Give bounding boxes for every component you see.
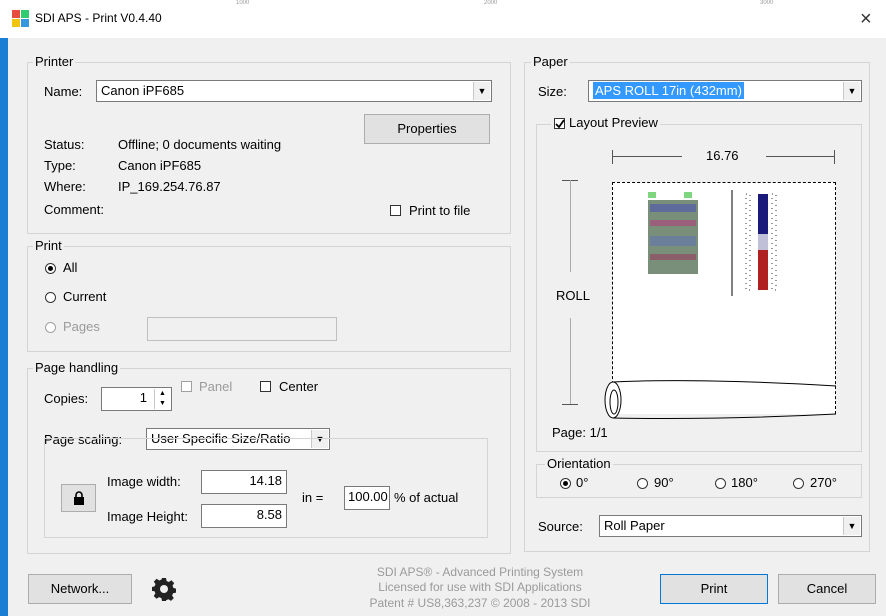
print-pages-radio[interactable]	[45, 322, 56, 333]
orientation-180-radio[interactable]	[715, 478, 726, 489]
paper-size-value: APS ROLL 17in (432mm)	[593, 82, 744, 99]
paper-size-label: Size:	[538, 84, 567, 99]
properties-button[interactable]: Properties	[364, 114, 490, 144]
orientation-90-label: 90°	[654, 475, 674, 490]
printer-group-label: Printer	[33, 54, 76, 69]
cancel-button[interactable]: Cancel	[778, 574, 876, 604]
dimension-tick	[562, 404, 578, 405]
panel-checkbox[interactable]	[181, 381, 192, 392]
copies-value: 1	[139, 390, 147, 405]
license-line-2: Licensed for use with SDI Applications	[378, 580, 582, 594]
chevron-down-icon: ▼	[843, 517, 860, 535]
ruler-tick: 1000	[236, 0, 250, 6]
image-width-label: Image width:	[107, 474, 181, 489]
printer-name-label: Name:	[44, 84, 83, 99]
layout-preview-checkbox[interactable]	[554, 118, 565, 129]
type-value: Canon iPF685	[118, 158, 202, 173]
print-current-label: Current	[63, 289, 107, 304]
source-value: Roll Paper	[604, 518, 665, 533]
ruler-tick: 2000	[484, 0, 498, 6]
layout-preview-label: Layout Preview	[551, 115, 660, 130]
status-value: Offline; 0 documents waiting	[118, 137, 282, 152]
orientation-180-label: 180°	[731, 475, 758, 490]
gear-icon[interactable]	[152, 577, 176, 601]
orientation-0-radio[interactable]	[560, 478, 571, 489]
printer-name-value: Canon iPF685	[101, 83, 185, 98]
checkmark-icon	[555, 119, 565, 129]
dimension-line	[570, 318, 571, 404]
print-to-file-label: Print to file	[409, 203, 471, 218]
plot-thumbnail	[648, 190, 777, 296]
page-counter: Page: 1/1	[552, 425, 608, 440]
print-pages-label: Pages	[63, 319, 100, 334]
network-button[interactable]: Network...	[28, 574, 132, 604]
printer-name-select[interactable]: Canon iPF685 ▼	[96, 80, 492, 102]
roll-label: ROLL	[556, 288, 590, 303]
source-select[interactable]: Roll Paper ▼	[599, 515, 862, 537]
image-height-input[interactable]: 8.58	[201, 504, 287, 528]
image-width-input[interactable]: 14.18	[201, 470, 287, 494]
pages-input[interactable]	[147, 317, 337, 341]
chevron-down-icon: ▼	[473, 82, 490, 100]
print-current-radio[interactable]	[45, 292, 56, 303]
panel-label: Panel	[199, 379, 233, 394]
print-range-group-label: Print	[33, 238, 64, 253]
where-label: Where:	[44, 179, 86, 194]
close-icon[interactable]: ×	[860, 8, 872, 31]
dimension-tick	[834, 150, 835, 164]
print-all-radio[interactable]	[45, 263, 56, 274]
type-label: Type:	[44, 158, 76, 173]
paper-size-select[interactable]: APS ROLL 17in (432mm) ▼	[588, 80, 862, 102]
print-all-label: All	[63, 260, 78, 275]
app-icon	[12, 10, 29, 27]
license-line-3: Patent # US8,363,237 © 2008 - 2013 SDI	[369, 596, 591, 610]
orientation-270-label: 270°	[810, 475, 837, 490]
roll-curl-icon	[604, 380, 837, 419]
page-handling-group-label: Page handling	[33, 360, 121, 375]
lock-ratio-button[interactable]	[61, 484, 96, 512]
dimension-line	[570, 180, 571, 272]
dimension-tick	[612, 150, 613, 164]
window-edge	[0, 0, 8, 616]
comment-label: Comment:	[44, 202, 104, 217]
ruler-tick: 3000	[760, 0, 774, 6]
paper-group-label: Paper	[531, 54, 570, 69]
image-height-label: Image Height:	[107, 509, 188, 524]
percent-label: % of actual	[394, 490, 459, 505]
status-label: Status:	[44, 137, 85, 152]
dimension-line	[612, 156, 682, 157]
dimension-line	[766, 156, 834, 157]
lock-icon	[73, 491, 84, 505]
chevron-down-icon: ▼	[843, 82, 860, 100]
print-button[interactable]: Print	[660, 574, 768, 604]
unit-label: in =	[302, 490, 324, 505]
copies-label: Copies:	[44, 391, 89, 406]
center-label: Center	[279, 379, 319, 394]
source-label: Source:	[538, 519, 583, 534]
center-checkbox[interactable]	[260, 381, 271, 392]
orientation-270-radio[interactable]	[793, 478, 804, 489]
print-to-file-checkbox[interactable]	[390, 205, 401, 216]
orientation-90-radio[interactable]	[637, 478, 648, 489]
spinner-arrows-icon[interactable]: ▲ ▼	[154, 389, 170, 409]
where-value: IP_169.254.76.87	[118, 179, 221, 194]
orientation-0-label: 0°	[576, 475, 589, 490]
license-line-1: SDI APS® - Advanced Printing System	[376, 565, 584, 579]
paper-width-value: 16.76	[706, 148, 739, 163]
orientation-label: Orientation	[545, 456, 613, 471]
window-title: SDI APS - Print V0.4.40	[35, 11, 162, 25]
percent-input[interactable]: 100.00	[344, 486, 390, 510]
